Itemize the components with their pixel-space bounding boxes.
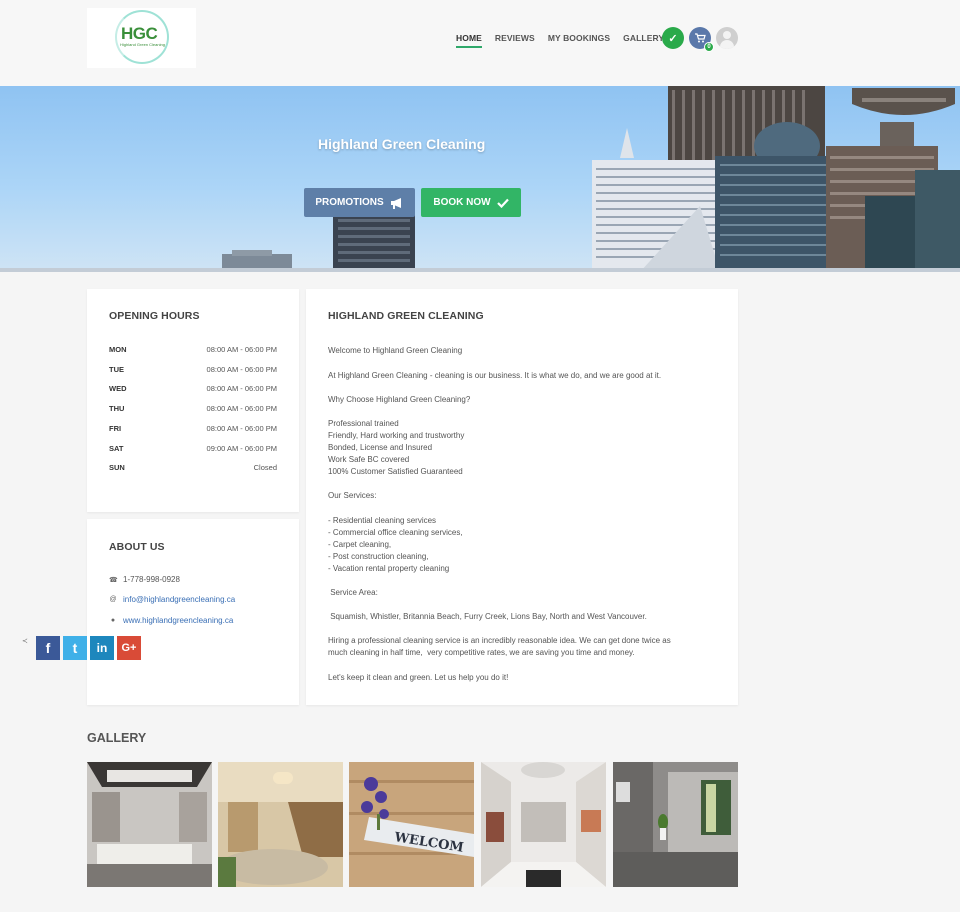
hours-row: WED 08:00 AM - 06:00 PM — [109, 384, 277, 393]
opening-hours-card: OPENING HOURS MON 08:00 AM - 06:00 PM TUE… — [87, 289, 299, 512]
logo-subtitle: Highland Green Cleaning — [120, 42, 165, 47]
google-plus-icon[interactable]: G+ — [117, 636, 141, 660]
twitter-icon[interactable]: t — [63, 636, 87, 660]
welcome-sign-photo: WELCOM — [349, 762, 474, 887]
phone-number[interactable]: 1-778-998-0928 — [123, 575, 180, 584]
company-description-card: HIGHLAND GREEN CLEANING Welcome to Highl… — [306, 289, 738, 705]
nav-gallery[interactable]: GALLERY — [623, 33, 664, 48]
hours-time: Closed — [253, 463, 277, 472]
living-room-photo — [87, 762, 212, 887]
hero-title: Highland Green Cleaning — [318, 136, 486, 152]
hiring-text: Hiring a professional cleaning service i… — [328, 636, 671, 657]
hours-time: 08:00 AM - 06:00 PM — [206, 424, 277, 433]
at-sign-icon: @ — [109, 596, 117, 603]
gallery-image[interactable] — [218, 762, 343, 887]
website-link[interactable]: www.highlandgreencleaning.ca — [123, 616, 233, 625]
phone-row: ☎ 1-778-998-0928 — [109, 575, 180, 584]
reasons-list: Professional trained Friendly, Hard work… — [328, 419, 465, 476]
hours-day: THU — [109, 404, 125, 413]
linkedin-icon[interactable]: in — [90, 636, 114, 660]
gallery-image[interactable]: WELCOM — [349, 762, 474, 887]
hours-time: 08:00 AM - 06:00 PM — [206, 404, 277, 413]
why-heading: Why Choose Highland Green Cleaning? — [328, 395, 471, 404]
book-now-label: BOOK NOW — [433, 197, 491, 208]
hours-time: 08:00 AM - 06:00 PM — [206, 365, 277, 374]
opening-hours-title: OPENING HOURS — [109, 310, 200, 322]
phone-icon: ☎ — [109, 576, 118, 584]
intro-text: At Highland Green Cleaning - cleaning is… — [328, 371, 662, 380]
hours-row: SUN Closed — [109, 463, 277, 472]
gallery-image[interactable] — [613, 762, 738, 887]
hours-time: 08:00 AM - 06:00 PM — [206, 384, 277, 393]
email-link[interactable]: info@highlandgreencleaning.ca — [123, 595, 235, 604]
nav-home[interactable]: HOME — [456, 33, 482, 48]
gallery-image[interactable] — [481, 762, 606, 887]
share-icon: ≺ — [22, 638, 28, 645]
avatar-head — [723, 31, 731, 39]
hours-row: MON 08:00 AM - 06:00 PM — [109, 345, 277, 354]
hours-time: 09:00 AM - 06:00 PM — [206, 444, 277, 453]
nav-reviews[interactable]: REVIEWS — [495, 33, 535, 48]
about-us-card: ABOUT US ☎ 1-778-998-0928 @ info@highlan… — [87, 519, 299, 705]
site-logo[interactable]: HGC Highland Green Cleaning — [87, 8, 196, 68]
promotions-button[interactable]: PROMOTIONS — [304, 188, 415, 217]
closing-text: Let's keep it clean and green. Let us he… — [328, 673, 509, 682]
facebook-icon[interactable]: f — [36, 636, 60, 660]
hours-day: SUN — [109, 463, 125, 472]
hours-day: FRI — [109, 424, 122, 433]
book-now-button[interactable]: BOOK NOW — [421, 188, 521, 217]
hours-day: WED — [109, 384, 127, 393]
hours-row: SAT 09:00 AM - 06:00 PM — [109, 444, 277, 453]
city-skyline-image — [0, 86, 960, 272]
hours-time: 08:00 AM - 06:00 PM — [206, 345, 277, 354]
check-icon[interactable]: ✓ — [662, 27, 684, 49]
office-reception-photo — [481, 762, 606, 887]
company-title: HIGHLAND GREEN CLEANING — [328, 310, 484, 322]
cart-glyph — [694, 33, 706, 43]
hero-banner — [0, 86, 960, 272]
user-avatar-icon[interactable] — [716, 27, 738, 49]
avatar-body — [720, 40, 734, 49]
hours-row: FRI 08:00 AM - 06:00 PM — [109, 424, 277, 433]
hours-row: THU 08:00 AM - 06:00 PM — [109, 404, 277, 413]
about-us-title: ABOUT US — [109, 541, 165, 553]
hours-row: TUE 08:00 AM - 06:00 PM — [109, 365, 277, 374]
cart-icon[interactable]: 0 — [689, 27, 714, 52]
checkmark-icon — [496, 198, 509, 208]
main-nav: HOME REVIEWS MY BOOKINGS GALLERY — [456, 33, 664, 48]
foyer-staircase-photo — [218, 762, 343, 887]
email-row: @ info@highlandgreencleaning.ca — [109, 595, 235, 604]
cart-count-badge: 0 — [704, 42, 714, 52]
welcome-text: Welcome to Highland Green Cleaning — [328, 346, 463, 355]
services-list: - Residential cleaning services - Commer… — [328, 516, 463, 573]
services-heading: Our Services: — [328, 491, 377, 500]
promotions-label: PROMOTIONS — [315, 197, 384, 208]
megaphone-icon — [390, 197, 401, 209]
nav-my-bookings[interactable]: MY BOOKINGS — [548, 33, 610, 48]
hours-day: MON — [109, 345, 127, 354]
service-area-heading: Service Area: — [328, 588, 378, 597]
service-area-text: Squamish, Whistler, Britannia Beach, Fur… — [328, 612, 647, 621]
globe-icon: ● — [110, 617, 116, 624]
logo-mark: HGC — [121, 24, 158, 43]
hours-day: SAT — [109, 444, 124, 453]
hours-day: TUE — [109, 365, 124, 374]
social-links: f t in G+ — [36, 636, 141, 660]
modern-lobby-photo — [613, 762, 738, 887]
gallery-image[interactable] — [87, 762, 212, 887]
website-row: ● www.highlandgreencleaning.ca — [109, 616, 233, 625]
gallery-title: GALLERY — [87, 731, 147, 745]
